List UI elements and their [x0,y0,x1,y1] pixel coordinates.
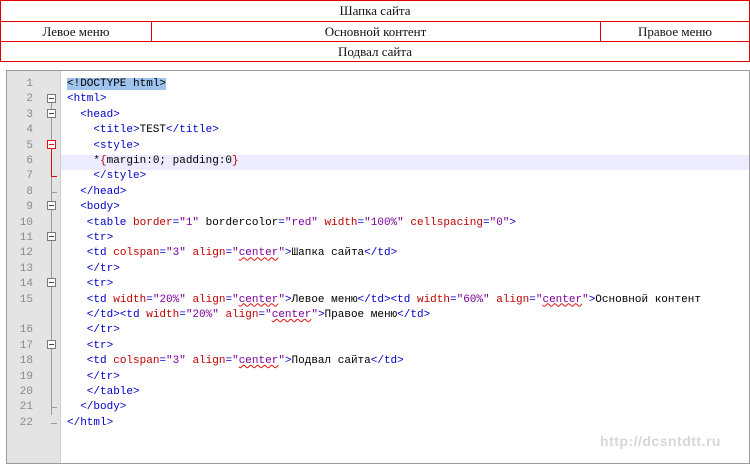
preview-middle-row: Левое меню Основной контент Правое меню [0,21,750,42]
code-text: <tr> [86,339,114,352]
line-number: 17 [19,339,33,352]
line-number: 13 [19,262,33,275]
code-text: </tr> [86,370,120,383]
line-number: 12 [19,247,33,260]
line-number: 1 [26,78,33,90]
code-editor[interactable]: 1 <!DOCTYPE html> 2 <html> 3 <head> 4 <title>TE… [6,70,750,464]
code-line: 20 </table> [7,385,749,400]
code-text: <body> [80,201,120,214]
line-number: 5 [26,139,33,152]
line-number: 9 [26,201,33,214]
code-text: </body> [80,401,127,414]
code-text: </table> [86,386,140,398]
line-number: 10 [19,216,33,229]
code-text: <html> [67,93,107,106]
code-text: </head> [80,185,127,198]
code-line: 18 <td colspan="3" align="center">Подвал … [7,354,749,369]
code-line: 15 <td width="20%" align="center">Левое м… [7,293,749,308]
line-number: 18 [19,355,33,368]
code-line: 10 <table border="1" bordercolor="red" wi… [7,216,749,231]
preview-header-row: Шапка сайта [0,0,750,22]
line-number: 8 [26,185,33,198]
line-number: 4 [26,124,33,137]
line-number: 3 [26,108,33,121]
code-text: <td colspan="3" align="center">Подвал са… [86,355,404,368]
line-number: 22 [19,416,33,429]
line-number: 11 [19,232,33,244]
code-line: 22 </html> [7,416,749,431]
preview-left-menu-cell: Левое меню [1,22,152,41]
code-text: <title>TEST</title> [93,124,219,137]
code-text: </td><td width="20%" align="center">Прав… [86,309,431,321]
rendered-page-preview: Шапка сайта Левое меню Основной контент … [0,0,750,62]
code-line: 14 <tr> [7,277,749,292]
code-text: <tr> [86,232,114,244]
line-number: 14 [19,278,33,291]
code-text: <head> [80,108,120,121]
code-text: <!DOCTYPE html> [67,78,167,90]
code-line: 19 </tr> [7,370,749,385]
line-number: 21 [19,401,33,414]
code-text: <style> [93,139,140,152]
code-text: <table border="1" bordercolor="red" widt… [86,216,517,229]
code-line: 21 </body> [7,400,749,415]
code-line: 13 </tr> [7,262,749,277]
code-line: 1 <!DOCTYPE html> [7,77,749,92]
code-line: 16 </tr> [7,323,749,338]
line-number: 16 [19,324,33,337]
code-text: <td colspan="3" align="center">Шапка сай… [86,247,398,260]
code-line: 12 <td colspan="3" align="center">Шапка с… [7,246,749,261]
code-line: 9 <body> [7,200,749,215]
code-line: 17 <tr> [7,339,749,354]
code-text: </html> [67,416,114,429]
code-text: <td width="20%" align="center">Левое мен… [86,293,701,306]
preview-header-cell: Шапка сайта [339,3,411,18]
line-number: 20 [19,386,33,398]
preview-main-content-cell: Основной контент [151,22,601,41]
line-number: 19 [19,370,33,383]
code-text: </tr> [86,324,120,337]
code-line: 4 <title>TEST</title> [7,123,749,138]
preview-right-menu-cell: Правое меню [637,24,713,39]
code-line: 8 </head> [7,185,749,200]
line-number: 6 [26,155,33,167]
preview-footer-row: Подвал сайта [0,41,750,62]
code-text: </tr> [86,262,120,275]
line-number: 15 [19,293,33,306]
code-text: *{margin:0; padding:0} [93,155,239,167]
code-line: 11 <tr> [7,231,749,246]
watermark: http://dcsntdtt.ru [600,433,721,449]
code-line: 5 <style> [7,139,749,154]
code-text: <tr> [86,278,114,291]
code-line: 7 </style> [7,169,749,184]
preview-footer-cell: Подвал сайта [338,44,412,59]
line-number: 7 [26,170,33,183]
code-line: 3 <head> [7,108,749,123]
code-line: </td><td width="20%" align="center">Прав… [7,308,749,323]
code-line: 6 *{margin:0; padding:0} [7,154,749,169]
code-text: </style> [93,170,147,183]
code-line: 2 <html> [7,92,749,107]
line-number: 2 [26,93,33,106]
